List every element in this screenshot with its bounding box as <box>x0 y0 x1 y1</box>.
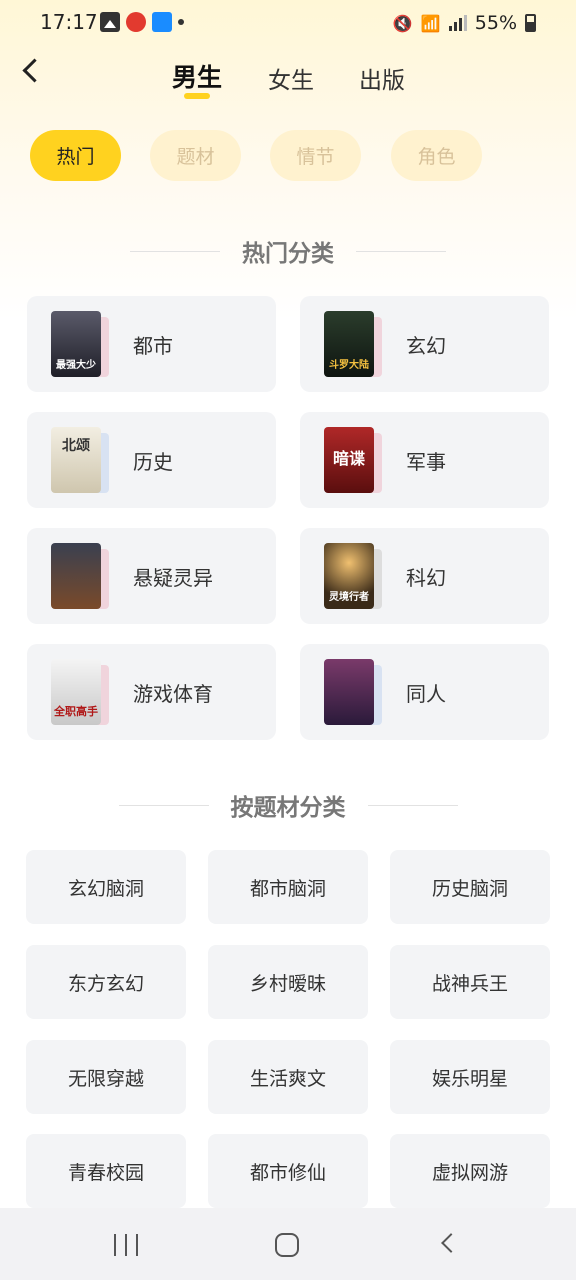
theme-item[interactable]: 历史脑洞 <box>390 850 550 924</box>
signal-icon <box>448 15 467 31</box>
system-nav-bar <box>0 1208 576 1280</box>
theme-item[interactable]: 都市修仙 <box>208 1134 368 1208</box>
theme-item[interactable]: 东方玄幻 <box>26 945 186 1019</box>
cover-title: 斗罗大陆 <box>329 360 369 371</box>
book-cover-image: 全职高手 <box>51 659 101 725</box>
category-card[interactable]: 悬疑灵异 <box>27 528 276 624</box>
category-label: 玄幻 <box>406 334 446 358</box>
theme-section-title-text: 按题材分类 <box>230 795 346 821</box>
book-cover-image: 最强大少 <box>51 311 101 377</box>
book-cover-image: 灵境行者 <box>324 543 374 609</box>
tab-male[interactable]: 男生 <box>172 58 222 94</box>
wifi-icon: 📶 <box>420 13 441 33</box>
filter-role[interactable]: 角色 <box>391 130 482 181</box>
reader-app-icon <box>152 12 172 32</box>
battery-percent: 55% <box>474 12 517 34</box>
theme-item[interactable]: 战神兵王 <box>390 945 550 1019</box>
tab-publishing[interactable]: 出版 <box>359 61 405 95</box>
category-label: 科幻 <box>406 566 446 590</box>
theme-item[interactable]: 玄幻脑洞 <box>26 850 186 924</box>
category-card[interactable]: 北颂 历史 <box>27 412 276 508</box>
book-cover-image <box>51 543 101 609</box>
status-bar: 17:17 🔇 📶 55% <box>0 0 576 46</box>
system-icons: 🔇 📶 55% <box>393 12 536 34</box>
category-label: 同人 <box>406 682 446 706</box>
book-cover-image <box>324 659 374 725</box>
app-notification-icon <box>126 12 146 32</box>
filter-hot[interactable]: 热门 <box>30 130 121 181</box>
category-card[interactable]: 同人 <box>300 644 549 740</box>
mute-icon: 🔇 <box>392 13 413 33</box>
category-label: 军事 <box>406 450 446 474</box>
filter-theme[interactable]: 题材 <box>150 130 241 181</box>
theme-section-title: 按题材分类 <box>0 788 576 822</box>
category-label: 游戏体育 <box>133 682 213 706</box>
status-time: 17:17 <box>40 10 98 34</box>
category-label: 都市 <box>133 334 173 358</box>
cover-title: 暗谍 <box>332 449 365 468</box>
more-notifications-dot <box>178 19 184 25</box>
theme-item[interactable]: 生活爽文 <box>208 1040 368 1114</box>
category-label: 历史 <box>133 450 173 474</box>
active-tab-indicator <box>184 93 210 99</box>
category-card[interactable]: 暗谍 军事 <box>300 412 549 508</box>
category-card[interactable]: 全职高手 游戏体育 <box>27 644 276 740</box>
cover-title: 灵境行者 <box>329 592 369 603</box>
category-card[interactable]: 斗罗大陆 玄幻 <box>300 296 549 392</box>
hot-section-title-text: 热门分类 <box>242 241 334 267</box>
book-cover-image: 暗谍 <box>324 427 374 493</box>
cover-title: 北颂 <box>62 438 90 454</box>
home-button[interactable] <box>275 1233 299 1257</box>
system-back-button[interactable] <box>441 1233 461 1253</box>
notification-icons <box>100 12 184 32</box>
cover-title: 全职高手 <box>54 705 98 718</box>
category-card[interactable]: 灵境行者 科幻 <box>300 528 549 624</box>
theme-item[interactable]: 娱乐明星 <box>390 1040 550 1114</box>
hot-section-title: 热门分类 <box>0 234 576 268</box>
category-card[interactable]: 最强大少 都市 <box>27 296 276 392</box>
category-label: 悬疑灵异 <box>133 566 213 590</box>
recent-apps-button[interactable] <box>114 1234 138 1256</box>
theme-item[interactable]: 虚拟网游 <box>390 1134 550 1208</box>
theme-item[interactable]: 乡村暧昧 <box>208 945 368 1019</box>
theme-item[interactable]: 青春校园 <box>26 1134 186 1208</box>
book-cover-image: 北颂 <box>51 427 101 493</box>
cover-title: 最强大少 <box>56 360 96 371</box>
gallery-icon <box>100 12 120 32</box>
battery-icon <box>525 14 536 32</box>
theme-item[interactable]: 都市脑洞 <box>208 850 368 924</box>
tab-female[interactable]: 女生 <box>268 61 314 95</box>
theme-item[interactable]: 无限穿越 <box>26 1040 186 1114</box>
back-button[interactable] <box>14 54 50 90</box>
book-cover-image: 斗罗大陆 <box>324 311 374 377</box>
filter-plot[interactable]: 情节 <box>270 130 361 181</box>
